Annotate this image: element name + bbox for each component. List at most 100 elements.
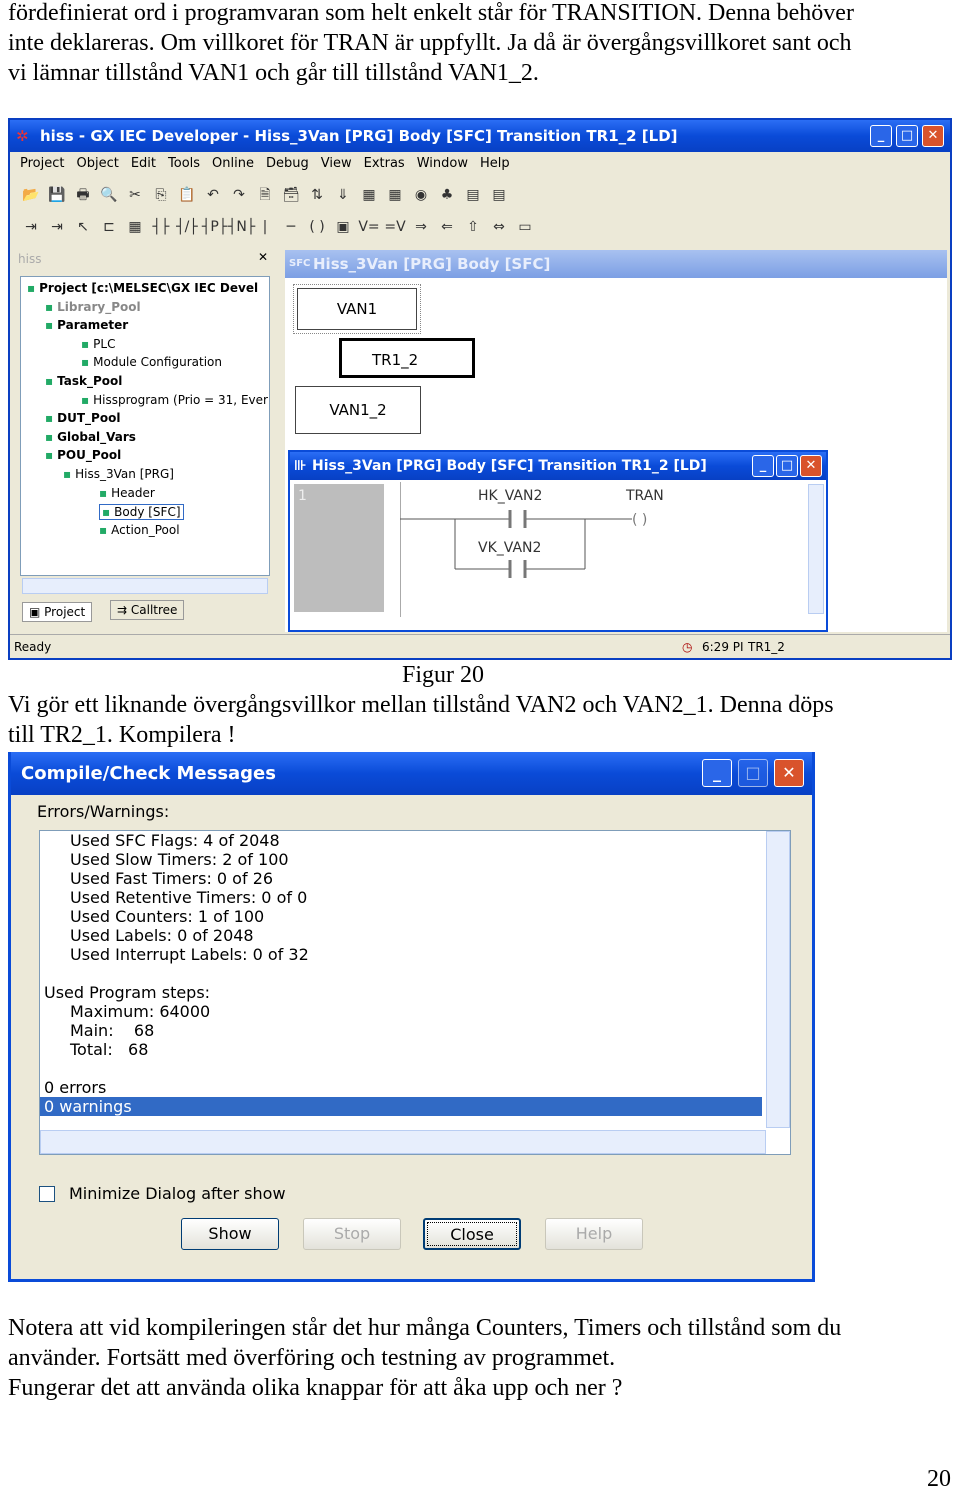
- print-preview-icon[interactable]: 🔍: [98, 184, 120, 206]
- copy-icon[interactable]: ⎘: [150, 184, 172, 206]
- network-icon[interactable]: ▤: [462, 184, 484, 206]
- show-button[interactable]: Show: [181, 1218, 279, 1250]
- minimize-checkbox[interactable]: [39, 1186, 55, 1202]
- tree-item[interactable]: ▪ PLC: [81, 337, 115, 351]
- archive-icon[interactable]: 🗃: [280, 184, 302, 206]
- checkbox-label[interactable]: Minimize Dialog after show: [69, 1184, 286, 1203]
- list-item[interactable]: Used Interrupt Labels: 0 of 32: [40, 945, 762, 964]
- dialog-close-icon-button[interactable]: ✕: [774, 759, 804, 787]
- insert-row-icon[interactable]: ⇥: [20, 216, 42, 238]
- horizontal-line-icon[interactable]: ─: [280, 216, 302, 238]
- tree-item[interactable]: ▪ Parameter: [45, 318, 128, 332]
- ld-maximize-button[interactable]: □: [776, 455, 798, 477]
- contact-no-icon[interactable]: ┤├: [150, 216, 172, 238]
- contact-nc-icon[interactable]: ┤/├: [176, 216, 198, 238]
- properties-icon[interactable]: 🗎: [254, 184, 276, 206]
- list-item-selected[interactable]: 0 warnings: [40, 1097, 762, 1116]
- select-arrow-icon[interactable]: ↖: [72, 216, 94, 238]
- list-item[interactable]: Used Fast Timers: 0 of 26: [40, 869, 762, 888]
- download-icon[interactable]: ⇓: [332, 184, 354, 206]
- undo-icon[interactable]: ↶: [202, 184, 224, 206]
- redo-icon[interactable]: ↷: [228, 184, 250, 206]
- horizontal-scrollbar[interactable]: [40, 1130, 766, 1154]
- transfer-icon[interactable]: ⇅: [306, 184, 328, 206]
- close-button[interactable]: Close: [423, 1218, 521, 1250]
- sfc-step-van1[interactable]: VAN1: [293, 284, 421, 334]
- list-item[interactable]: Used Retentive Timers: 0 of 0: [40, 888, 762, 907]
- save-icon[interactable]: 💾: [46, 184, 68, 206]
- tree-item[interactable]: ▪ POU_Pool: [45, 448, 121, 462]
- network2-icon[interactable]: ▤: [488, 184, 510, 206]
- contact-fall-icon[interactable]: ┤N├: [228, 216, 255, 238]
- return-icon[interactable]: ⇐: [436, 216, 458, 238]
- ld-close-button[interactable]: ✕: [800, 455, 822, 477]
- up-icon[interactable]: ⇧: [462, 216, 484, 238]
- tree-item[interactable]: ▪ Body [SFC]: [99, 504, 184, 521]
- list-item[interactable]: 0 errors: [40, 1078, 762, 1097]
- help-button[interactable]: Help: [545, 1218, 643, 1250]
- menu-view[interactable]: View: [321, 156, 352, 171]
- tree-item[interactable]: ▪ Header: [99, 486, 155, 500]
- ld-vertical-scrollbar[interactable]: [808, 484, 824, 614]
- tree-horizontal-scrollbar[interactable]: [22, 578, 268, 594]
- list-item[interactable]: Total: 68: [40, 1040, 762, 1059]
- list-item[interactable]: Used Program steps:: [40, 983, 762, 1002]
- menu-window[interactable]: Window: [417, 156, 468, 171]
- menu-project[interactable]: Project: [20, 156, 64, 171]
- close-button[interactable]: ✕: [922, 125, 944, 147]
- menu-object[interactable]: Object: [76, 156, 118, 171]
- open-icon[interactable]: 📂: [20, 184, 42, 206]
- insert-col-icon[interactable]: ⇥: [46, 216, 68, 238]
- ld-minimize-button[interactable]: _: [752, 455, 774, 477]
- menu-online[interactable]: Online: [212, 156, 254, 171]
- comment-icon[interactable]: ▭: [514, 216, 536, 238]
- jump-icon[interactable]: ⇒: [410, 216, 432, 238]
- tree-item[interactable]: ▪ Global_Vars: [45, 430, 136, 444]
- list-item[interactable]: Used SFC Flags: 4 of 2048: [40, 831, 762, 850]
- messages-listbox[interactable]: Used SFC Flags: 4 of 2048 Used Slow Timer…: [39, 830, 791, 1155]
- tree-item[interactable]: ▪ Task_Pool: [45, 374, 122, 388]
- menu-tools[interactable]: Tools: [168, 156, 200, 171]
- print-icon[interactable]: 🖶: [72, 184, 94, 206]
- var-in-icon[interactable]: V=: [358, 216, 380, 238]
- fb-icon[interactable]: ▦: [124, 216, 146, 238]
- monitor2-icon[interactable]: ▦: [384, 184, 406, 206]
- sfc-transition-tr1-2[interactable]: TR1_2: [339, 338, 475, 378]
- paste-icon[interactable]: 📋: [176, 184, 198, 206]
- dialog-minimize-button[interactable]: _: [702, 759, 732, 787]
- dialog-maximize-button[interactable]: □: [738, 759, 768, 787]
- tree-item[interactable]: ▪ Hissprogram (Prio = 31, Ever: [81, 393, 268, 407]
- build-icon[interactable]: ♣: [436, 184, 458, 206]
- tree-item[interactable]: ▪ Action_Pool: [99, 523, 180, 537]
- cut-icon[interactable]: ✂: [124, 184, 146, 206]
- var-out-icon[interactable]: =V: [384, 216, 406, 238]
- tree-item[interactable]: ▪ Hiss_3Van [PRG]: [63, 467, 174, 481]
- compile-icon[interactable]: ◉: [410, 184, 432, 206]
- line-icon[interactable]: ⊏: [98, 216, 120, 238]
- minimize-button[interactable]: _: [870, 125, 892, 147]
- menu-help[interactable]: Help: [480, 156, 510, 171]
- panel-close-icon[interactable]: ✕: [258, 250, 268, 264]
- menu-edit[interactable]: Edit: [131, 156, 156, 171]
- maximize-button[interactable]: □: [896, 125, 918, 147]
- list-item[interactable]: Used Slow Timers: 2 of 100: [40, 850, 762, 869]
- list-item[interactable]: Maximum: 64000: [40, 1002, 762, 1021]
- stop-button[interactable]: Stop: [303, 1218, 401, 1250]
- monitor-icon[interactable]: ▦: [358, 184, 380, 206]
- vertical-scrollbar[interactable]: [766, 831, 790, 1128]
- sfc-step-van1-2[interactable]: VAN1_2: [295, 386, 421, 434]
- tree-item[interactable]: ▪ Module Configuration: [81, 355, 222, 369]
- coil-icon[interactable]: ( ): [306, 216, 328, 238]
- menu-debug[interactable]: Debug: [266, 156, 309, 171]
- list-item[interactable]: Main: 68: [40, 1021, 762, 1040]
- list-item[interactable]: Used Counters: 1 of 100: [40, 907, 762, 926]
- menu-extras[interactable]: Extras: [364, 156, 405, 171]
- tree-item[interactable]: ▪ DUT_Pool: [45, 411, 120, 425]
- tab-calltree[interactable]: ⇉ Calltree: [110, 600, 185, 620]
- tab-project[interactable]: ▣ Project: [22, 602, 93, 622]
- left-right-icon[interactable]: ⇔: [488, 216, 510, 238]
- line-vertical-icon[interactable]: |: [254, 216, 276, 238]
- tree-item[interactable]: ▪ Project [c:\MELSEC\GX IEC Devel: [27, 281, 258, 295]
- list-item[interactable]: Used Labels: 0 of 2048: [40, 926, 762, 945]
- tree-item[interactable]: ▪ Library_Pool: [45, 300, 141, 314]
